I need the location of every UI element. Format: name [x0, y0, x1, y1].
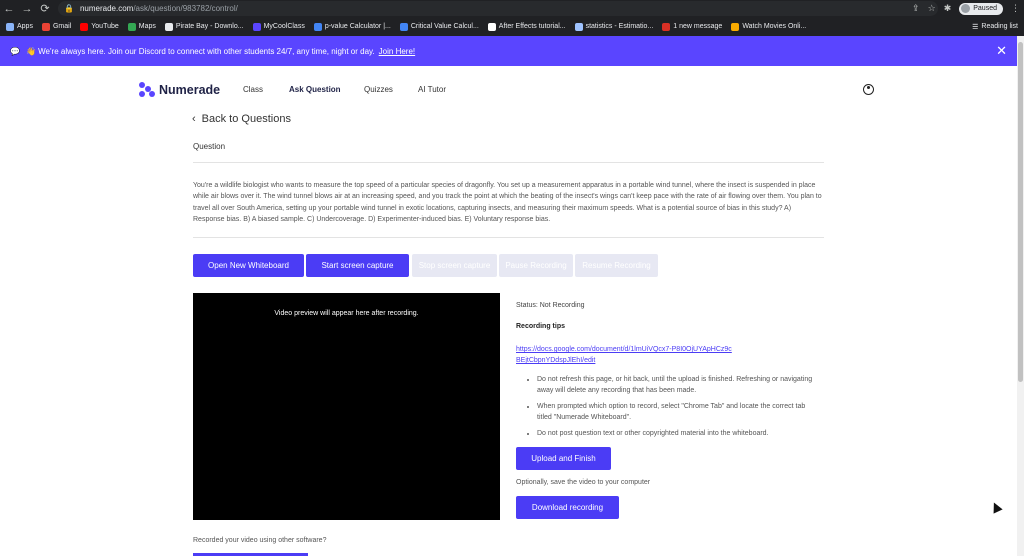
- reading-list[interactable]: ☰ Reading list: [972, 17, 1018, 36]
- user-account-icon[interactable]: [863, 84, 874, 95]
- bookmark-statistics[interactable]: statistics - Estimatio...: [574, 22, 653, 31]
- chat-icon: 💬: [10, 46, 20, 56]
- nav-quizzes[interactable]: Quizzes: [364, 85, 393, 94]
- divider: [193, 237, 824, 238]
- discord-banner: 💬 👋 We're always here. Join our Discord …: [0, 36, 1017, 66]
- stackexchange-icon: [574, 22, 583, 31]
- bookmark-mycoolclass[interactable]: MyCoolClass: [252, 22, 305, 31]
- start-capture-button[interactable]: Start screen capture: [306, 254, 409, 277]
- profile-button[interactable]: Paused: [959, 2, 1003, 15]
- reading-list-icon: ☰: [972, 23, 979, 31]
- extensions-icon[interactable]: ✱: [944, 3, 952, 14]
- tips-heading: Recording tips: [516, 323, 566, 330]
- question-section-label: Question: [193, 142, 226, 151]
- recorded-other-software-text: Recorded your video using other software…: [193, 537, 327, 544]
- logo-icon: [139, 82, 155, 98]
- bookmark-youtube[interactable]: YouTube: [80, 22, 119, 31]
- numerade-logo[interactable]: Numerade: [139, 82, 220, 98]
- bookmark-new-message[interactable]: 1 new message: [662, 22, 722, 31]
- tips-list: Do not refresh this page, or hit back, u…: [527, 374, 817, 444]
- browser-chrome: ← → ⟳ 🔒 numerade.com /ask/question/98378…: [0, 0, 1024, 36]
- calculator-icon: [399, 22, 408, 31]
- bookmark-watch-movies[interactable]: Watch Movies Onli...: [731, 22, 806, 31]
- join-here-link[interactable]: Join Here!: [379, 47, 415, 56]
- bookmark-after-effects[interactable]: After Effects tutorial...: [487, 22, 566, 31]
- logo-text: Numerade: [159, 83, 221, 97]
- triangle-icon: [487, 22, 496, 31]
- avatar: [961, 4, 971, 13]
- share-icon[interactable]: ⇪: [912, 3, 920, 14]
- video-placeholder-text: Video preview will appear here after rec…: [274, 310, 419, 317]
- bookmark-critical-value[interactable]: Critical Value Calcul...: [399, 22, 479, 31]
- nav-ask-question[interactable]: Ask Question: [289, 85, 341, 94]
- open-whiteboard-button[interactable]: Open New Whiteboard: [193, 254, 304, 277]
- upload-finish-button[interactable]: Upload and Finish: [516, 447, 611, 470]
- lock-icon: 🔒: [64, 4, 74, 13]
- back-arrow-icon[interactable]: ←: [0, 0, 18, 17]
- menu-icon[interactable]: ⋮: [1011, 3, 1020, 14]
- gmail-icon: [41, 22, 50, 31]
- apps-icon: [6, 22, 14, 31]
- tips-link[interactable]: https://docs.google.com/document/d/1lmUi…: [516, 344, 736, 366]
- bookmark-maps[interactable]: Maps: [127, 22, 156, 31]
- bookmark-gmail[interactable]: Gmail: [41, 22, 71, 31]
- scrollbar-thumb[interactable]: [1018, 42, 1023, 382]
- page-icon: [164, 22, 173, 31]
- list-item: When prompted which option to record, se…: [537, 401, 817, 423]
- address-row: ← → ⟳ 🔒 numerade.com /ask/question/98378…: [0, 0, 1024, 17]
- back-to-questions-link[interactable]: ‹ Back to Questions: [192, 113, 291, 125]
- list-item: Do not post question text or other copyr…: [537, 428, 817, 439]
- calculator-icon: [313, 22, 322, 31]
- profile-label: Paused: [973, 5, 997, 12]
- bookmark-pvalue[interactable]: p-value Calculator |...: [313, 22, 391, 31]
- banner-text: 👋 We're always here. Join our Discord to…: [25, 46, 375, 56]
- message-icon: [662, 22, 671, 31]
- question-text: You're a wildlife biologist who wants to…: [193, 182, 822, 223]
- chevron-left-icon: ‹: [192, 113, 196, 125]
- stop-capture-button[interactable]: Stop screen capture: [412, 254, 497, 277]
- mycoolclass-icon: [252, 22, 261, 31]
- divider: [193, 162, 824, 163]
- video-preview: Video preview will appear here after rec…: [193, 293, 500, 520]
- list-item: Do not refresh this page, or hit back, u…: [537, 374, 817, 396]
- close-icon[interactable]: ✕: [996, 43, 1007, 59]
- nav-class[interactable]: Class: [243, 85, 263, 94]
- pause-recording-button[interactable]: Pause Recording: [499, 254, 573, 277]
- resume-recording-button[interactable]: Resume Recording: [575, 254, 658, 277]
- back-label: Back to Questions: [201, 113, 291, 125]
- recording-status: Status: Not Recording: [516, 302, 585, 309]
- url-path: /ask/question/983782/control/: [133, 4, 238, 13]
- nav-ai-tutor[interactable]: AI Tutor: [418, 85, 446, 94]
- optional-save-text: Optionally, save the video to your compu…: [516, 479, 651, 486]
- forward-arrow-icon[interactable]: →: [18, 0, 36, 17]
- bookmark-apps[interactable]: Apps: [6, 22, 33, 31]
- movie-icon: [731, 22, 740, 31]
- mouse-cursor-icon: [989, 500, 1003, 514]
- download-recording-button[interactable]: Download recording: [516, 496, 619, 519]
- bookmark-piratebay[interactable]: Pirate Bay - Downlo...: [164, 22, 244, 31]
- address-bar[interactable]: 🔒 numerade.com /ask/question/983782/cont…: [58, 1, 938, 16]
- youtube-icon: [80, 22, 89, 31]
- bookmarks-bar: Apps Gmail YouTube Maps Pirate Bay - Dow…: [0, 17, 1024, 36]
- url-host: numerade.com: [79, 4, 134, 13]
- reload-icon[interactable]: ⟳: [36, 0, 54, 17]
- maps-icon: [127, 22, 136, 31]
- star-icon[interactable]: ☆: [928, 3, 936, 14]
